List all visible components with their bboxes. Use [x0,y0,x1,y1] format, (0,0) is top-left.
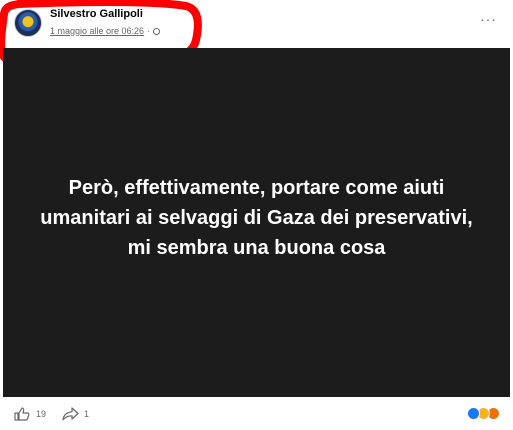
like-reaction-icon [467,407,480,420]
avatar[interactable] [14,9,42,37]
globe-icon [153,27,161,35]
like-count[interactable]: 19 [36,409,46,419]
post-meta: 1 maggio alle ore 06:26 · [50,26,161,36]
post-text: Però, effettivamente, portare come aiuti… [40,176,473,259]
share-arrow-icon[interactable] [62,407,79,421]
post-footer: 19 1 [0,398,513,430]
facebook-post: Silvestro Gallipoli 1 maggio alle ore 06… [0,0,513,430]
more-options-icon[interactable]: ··· [480,12,497,26]
post-header: Silvestro Gallipoli 1 maggio alle ore 06… [0,0,513,48]
meta-separator: · [147,26,151,36]
post-timestamp[interactable]: 1 maggio alle ore 06:26 [50,26,144,36]
reaction-summary[interactable] [467,407,503,421]
post-image[interactable]: Però, effettivamente, portare come aiuti… [3,48,510,397]
author-name[interactable]: Silvestro Gallipoli [50,8,143,20]
thumbs-up-icon[interactable] [14,407,30,421]
share-count[interactable]: 1 [84,409,89,419]
